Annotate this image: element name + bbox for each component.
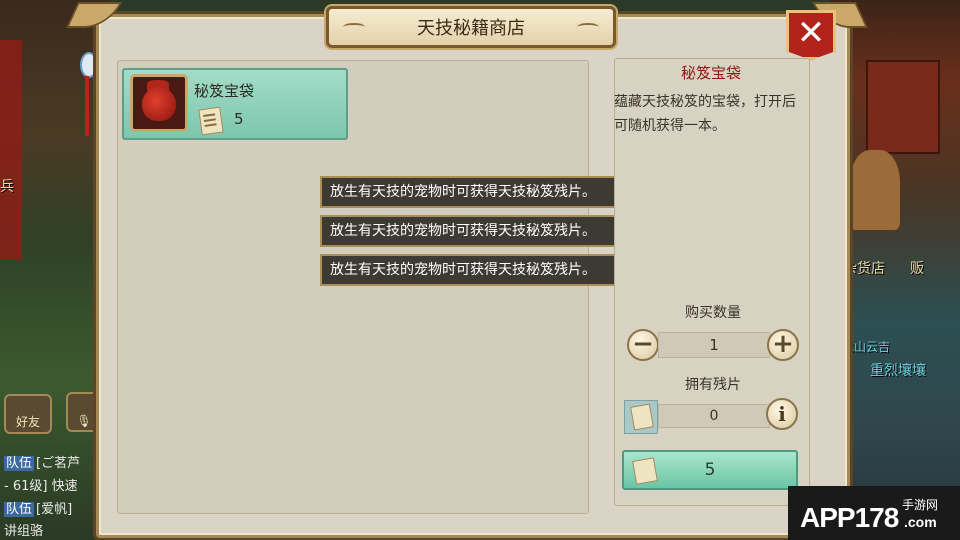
decrease-quantity-button[interactable]: − — [627, 329, 659, 361]
tassel-decoration — [85, 76, 89, 136]
quantity-label: 购买数量 — [685, 305, 741, 321]
shop-title-plate: 天技秘籍商店 — [326, 6, 616, 48]
watermark-tagline: 手游网 — [902, 498, 939, 512]
fragments-label: 拥有残片 — [685, 377, 741, 393]
red-treasure-bag-icon — [130, 74, 188, 132]
chat-line: 讲组骆 — [4, 524, 44, 539]
watermark-domain: .com — [904, 514, 937, 530]
microphone-icon: 🎙 — [76, 414, 92, 428]
shop-item-card[interactable]: 秘笈宝袋 5 — [122, 68, 348, 140]
site-watermark: APP178 手游网 .com — [788, 486, 960, 540]
red-pillar — [0, 40, 22, 260]
title-ornament-icon — [343, 23, 365, 31]
minus-icon: − — [632, 329, 654, 359]
buy-button[interactable]: 5 — [622, 450, 798, 490]
title-ornament-icon — [577, 23, 599, 31]
close-button[interactable]: ✕ — [786, 10, 836, 60]
chat-line: 队伍 [爱帆] — [4, 502, 73, 517]
info-icon: i — [778, 402, 786, 426]
notification-toast: 放生有天技的宠物时可获得天技秘笈残片。 — [320, 176, 638, 208]
notification-toast: 放生有天技的宠物时可获得天技秘笈残片。 — [320, 215, 638, 247]
chat-line: - 61级] 快速 — [4, 479, 78, 494]
detail-item-name: 秘笈宝袋 — [680, 64, 741, 82]
building-decoration — [866, 60, 940, 154]
buy-price: 5 — [704, 460, 716, 480]
npc-figure — [850, 150, 900, 230]
friends-button[interactable]: 好友 — [4, 394, 52, 434]
notification-toast: 放生有天技的宠物时可获得天技秘笈残片。 — [320, 254, 638, 286]
page-title: 天技秘籍商店 — [417, 18, 525, 39]
detail-item-description: 蕴藏天技秘笈的宝袋，打开后可随机获得一本。 — [614, 94, 796, 134]
scene-label: 兵 — [0, 179, 14, 195]
item-name: 秘笈宝袋 — [194, 82, 255, 100]
close-icon: ✕ — [796, 13, 826, 53]
scroll-fragment-icon — [198, 106, 224, 136]
scene-label-vendor: 贩 — [910, 261, 924, 277]
item-price: 5 — [234, 110, 244, 128]
plus-icon: + — [772, 329, 794, 359]
scroll-fragment-icon — [624, 400, 658, 434]
chat-line: 队伍 [ご茗芦 — [4, 456, 81, 471]
fragments-owned-value: 0 — [658, 404, 770, 428]
info-button[interactable]: i — [766, 398, 798, 430]
scene-label-player2: 重烈壤壤 — [870, 363, 926, 379]
increase-quantity-button[interactable]: + — [767, 329, 799, 361]
watermark-brand: APP178 — [800, 502, 899, 533]
quantity-stepper[interactable]: 1 — [658, 332, 770, 358]
